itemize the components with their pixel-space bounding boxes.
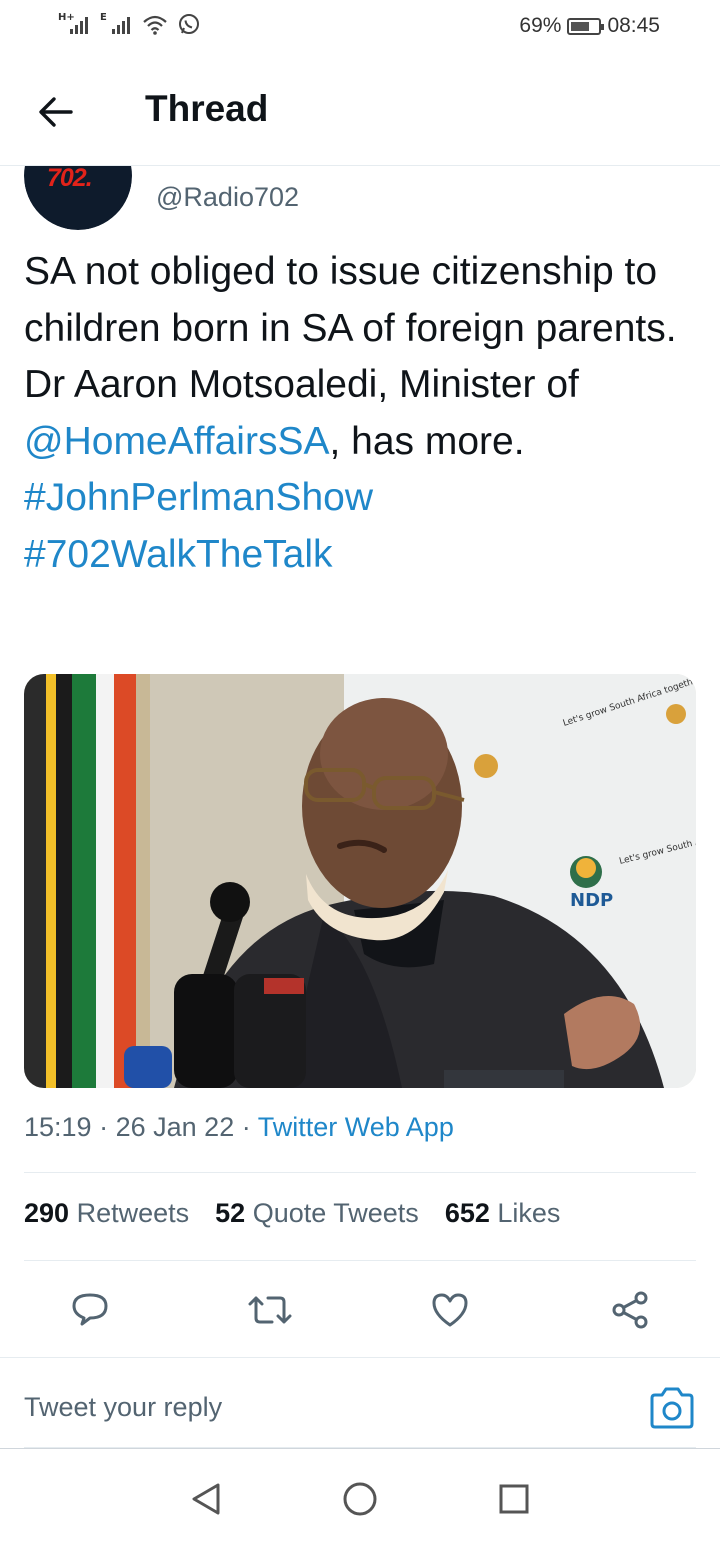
back-nav-icon [192, 1483, 220, 1515]
tweet-text-part: SA not obliged to issue citizenship to c… [24, 250, 677, 407]
camera-icon[interactable] [648, 1386, 696, 1430]
signal-icon: H+ [58, 12, 92, 36]
arrow-left-icon [39, 97, 73, 127]
recents-nav-button[interactable] [494, 1479, 534, 1519]
tweet-text: SA not obliged to issue citizenship to c… [24, 244, 696, 584]
tweet-text-part: , has more. [329, 419, 525, 463]
network-type-label: E [100, 12, 107, 23]
quote-tweets-stat[interactable]: 52 Quote Tweets [215, 1198, 419, 1229]
mention-link[interactable]: @HomeAffairsSA [24, 420, 329, 463]
page-title: Thread [145, 88, 269, 129]
likes-stat[interactable]: 652 Likes [445, 1198, 561, 1229]
quote-tweets-label: Quote Tweets [252, 1198, 419, 1228]
separator: · [99, 1112, 109, 1142]
status-bar: H+ E 69% 08:45 [0, 0, 720, 56]
tweet-source-link[interactable]: Twitter Web App [258, 1112, 454, 1142]
likes-count: 652 [444, 1198, 490, 1228]
avatar[interactable]: 702. [24, 166, 132, 230]
back-button[interactable] [34, 90, 78, 134]
tweet-meta: 15:19 · 26 Jan 22 · Twitter Web App [24, 1112, 454, 1143]
retweet-button[interactable] [248, 1288, 292, 1332]
reply-input[interactable]: Tweet your reply [24, 1392, 222, 1423]
retweets-count: 290 [24, 1198, 70, 1228]
home-nav-button[interactable] [340, 1479, 380, 1519]
battery-percent: 69% [519, 14, 562, 37]
home-nav-icon [343, 1482, 377, 1516]
signal-icon: E [100, 12, 134, 36]
reply-button[interactable] [68, 1288, 112, 1332]
tweet-stats: 290 Retweets 52 Quote Tweets 652 Likes [24, 1198, 560, 1229]
reply-bar: Tweet your reply [0, 1358, 720, 1448]
like-icon [432, 1293, 468, 1327]
share-button[interactable] [608, 1288, 652, 1332]
like-button[interactable] [428, 1288, 472, 1332]
photo-logo: NDP [570, 890, 613, 911]
wifi-icon [143, 15, 167, 35]
tweet-time: 15:19 [24, 1112, 92, 1142]
tweet-photo[interactable]: Let's grow South Africa together Let's g… [24, 674, 696, 1088]
hashtag-link[interactable]: #JohnPerlmanShow [24, 476, 373, 519]
avatar-logo: 702. [47, 166, 93, 192]
retweets-label: Retweets [76, 1198, 190, 1228]
hashtag-link[interactable]: #702WalkTheTalk [24, 533, 333, 576]
back-nav-button[interactable] [186, 1479, 226, 1519]
whatsapp-icon [179, 14, 199, 34]
system-nav-bar [0, 1448, 720, 1541]
separator: · [241, 1112, 251, 1142]
divider [24, 1172, 696, 1173]
reply-icon [72, 1293, 108, 1326]
battery-icon [567, 17, 605, 35]
speaker-photo: Let's grow South Africa together Let's g… [24, 674, 696, 1088]
retweet-icon [248, 1296, 292, 1324]
tweet-date: 26 Jan 22 [115, 1112, 235, 1142]
divider [24, 1260, 696, 1261]
likes-label: Likes [497, 1198, 561, 1228]
retweets-stat[interactable]: 290 Retweets [24, 1198, 189, 1229]
tweet-actions [0, 1264, 720, 1356]
app-header: Thread [0, 56, 720, 166]
recents-nav-icon [499, 1484, 529, 1514]
user-handle[interactable]: @Radio702 [156, 182, 299, 213]
share-icon [612, 1291, 648, 1329]
clock: 08:45 [607, 14, 660, 37]
quote-tweets-count: 52 [215, 1198, 246, 1228]
